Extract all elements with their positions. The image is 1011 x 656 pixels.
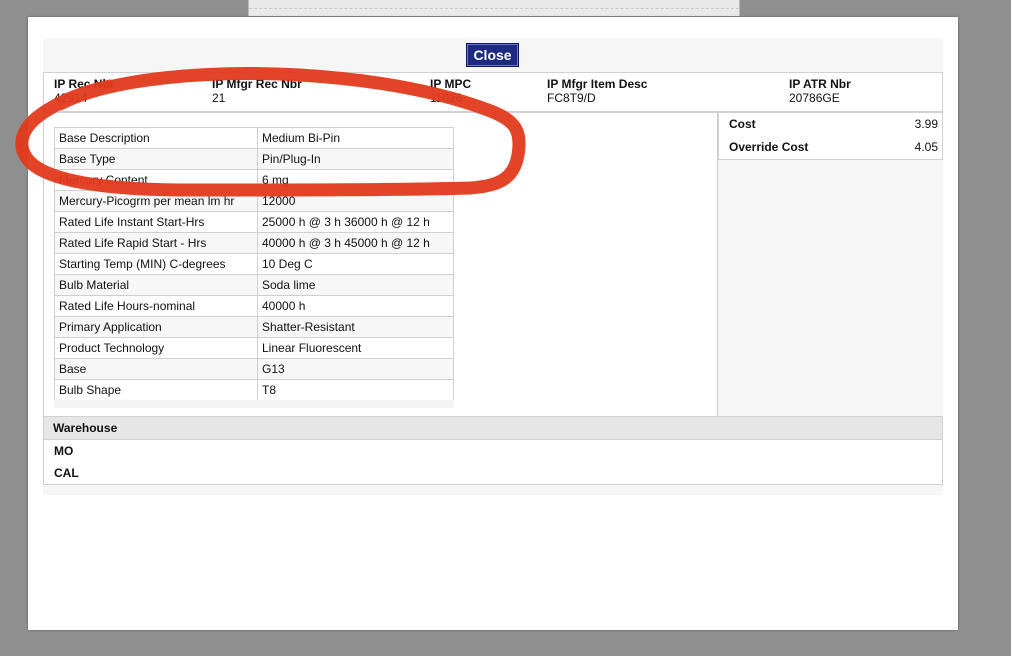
table-row: Rated Life Hours-nominal 40000 h (54, 295, 454, 317)
header-value: 21 (212, 91, 226, 105)
table-row: Starting Temp (MIN) C-degrees 10 Deg C (54, 253, 454, 275)
attribute-value: 6 mg (257, 169, 454, 191)
attribute-key: Mercury-Picogrm per mean lm hr (54, 190, 258, 212)
attribute-key: Rated Life Instant Start-Hrs (54, 211, 258, 233)
attribute-value: Soda lime (257, 274, 454, 296)
header-atr-nbr: IP ATR Nbr 20786GE (789, 77, 851, 105)
attribute-key: Mercury Content (54, 169, 258, 191)
background-page-strip (248, 0, 740, 16)
attribute-value: 12000 (257, 190, 454, 212)
cost-line: Cost 3.99 (729, 117, 938, 133)
attribute-key: Bulb Shape (54, 379, 258, 401)
attribute-key: Starting Temp (MIN) C-degrees (54, 253, 258, 275)
table-row: Base Description Medium Bi-Pin (54, 127, 454, 149)
attribute-key: Base Description (54, 127, 258, 149)
table-row: Rated Life Instant Start-Hrs 25000 h @ 3 … (54, 211, 454, 233)
attributes-area: Base Description Medium Bi-Pin Base Type P… (43, 112, 718, 417)
table-row: Base Type Pin/Plug-In (54, 148, 454, 170)
table-row: Base G13 (54, 358, 454, 380)
header-value: 42914 (54, 91, 88, 105)
header-label: IP Rec Nbr (54, 77, 115, 91)
attribute-value: T8 (257, 379, 454, 401)
attribute-key: Product Technology (54, 337, 258, 359)
attribute-key: Primary Application (54, 316, 258, 338)
attribute-key: Base (54, 358, 258, 380)
cost-label: Cost (729, 117, 756, 131)
header-rec-nbr: IP Rec Nbr 42914 (54, 77, 114, 105)
warehouse-box: Warehouse MO CAL (43, 416, 943, 485)
attribute-value: 25000 h @ 3 h 36000 h @ 12 h (257, 211, 454, 233)
table-row: Mercury-Picogrm per mean lm hr 12000 (54, 190, 454, 212)
table-row: Bulb Shape T8 (54, 379, 454, 401)
attribute-key: Rated Life Rapid Start - Hrs (54, 232, 258, 254)
header-label: IP MPC (430, 77, 472, 91)
attributes-table: Base Description Medium Bi-Pin Base Type P… (54, 127, 454, 401)
table-row: Mercury Content 6 mg (54, 169, 454, 191)
table-row: Product Technology Linear Fluorescent (54, 337, 454, 359)
attribute-value: Pin/Plug-In (257, 148, 454, 170)
cost-value: 3.99 (914, 117, 938, 131)
attribute-key: Base Type (54, 148, 258, 170)
header-mfgr-rec-nbr: IP Mfgr Rec Nbr 21 (212, 77, 302, 105)
header-mfgr-item-desc: IP Mfgr Item Desc FC8T9/D (547, 77, 647, 105)
warehouse-item[interactable]: CAL (44, 462, 942, 484)
attribute-value: 40000 h (257, 295, 454, 317)
table-row: Bulb Material Soda lime (54, 274, 454, 296)
attribute-value: 10 Deg C (257, 253, 454, 275)
attribute-value: G13 (257, 358, 454, 380)
cost-box: Cost 3.99 Override Cost 4.05 (718, 112, 943, 160)
item-detail-modal: Close IP Rec Nbr 42914 IP Mfgr Rec Nbr 2… (28, 17, 958, 630)
header-value: 11026 (430, 91, 463, 105)
header-mpc: IP MPC 11026 (430, 77, 471, 105)
header-label: IP Mfgr Item Desc (547, 77, 648, 91)
detail-panel: Close IP Rec Nbr 42914 IP Mfgr Rec Nbr 2… (43, 38, 943, 495)
table-row: Primary Application Shatter-Resistant (54, 316, 454, 338)
attribute-value: Linear Fluorescent (257, 337, 454, 359)
warehouse-item[interactable]: MO (44, 440, 942, 462)
warehouse-header: Warehouse (44, 417, 942, 440)
item-header-row: IP Rec Nbr 42914 IP Mfgr Rec Nbr 21 IP M… (43, 72, 943, 112)
attribute-key: Bulb Material (54, 274, 258, 296)
header-label: IP Mfgr Rec Nbr (212, 77, 302, 91)
header-label: IP ATR Nbr (789, 77, 851, 91)
attribute-value: Shatter-Resistant (257, 316, 454, 338)
table-footer-shade (54, 400, 454, 408)
override-cost-value: 4.05 (914, 140, 938, 154)
attribute-value: Medium Bi-Pin (257, 127, 454, 149)
override-cost-line: Override Cost 4.05 (729, 140, 938, 156)
close-button[interactable]: Close (466, 43, 519, 67)
header-value: 20786GE (789, 91, 840, 105)
attribute-key: Rated Life Hours-nominal (54, 295, 258, 317)
attribute-value: 40000 h @ 3 h 45000 h @ 12 h (257, 232, 454, 254)
header-value: FC8T9/D (547, 91, 596, 105)
table-row: Rated Life Rapid Start - Hrs 40000 h @ 3 … (54, 232, 454, 254)
override-cost-label: Override Cost (729, 140, 809, 154)
